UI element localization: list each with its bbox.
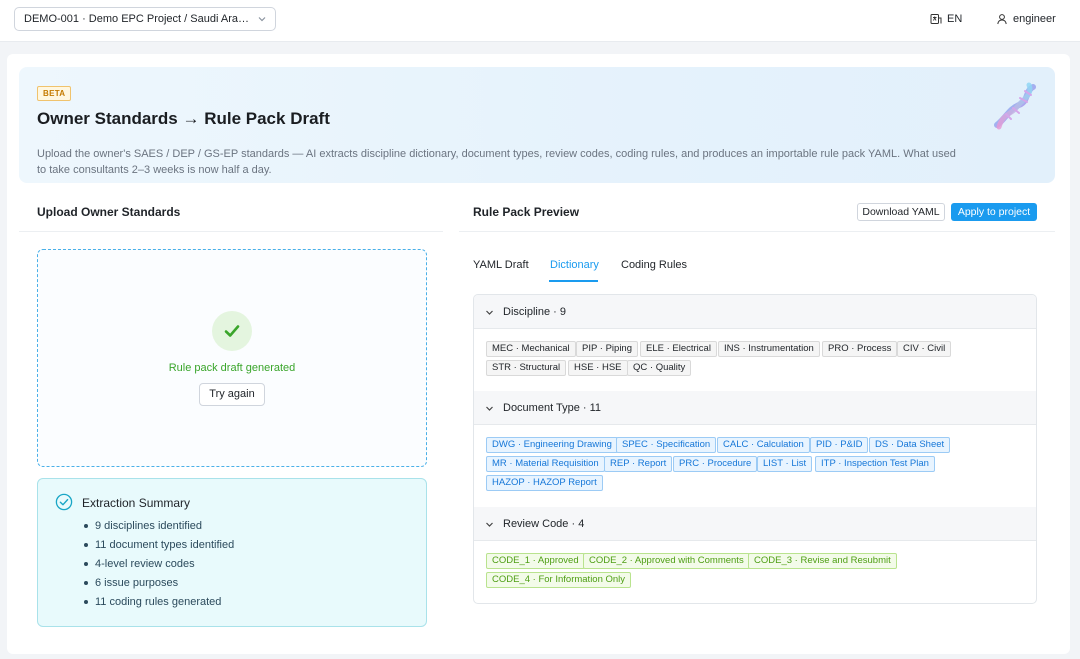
tag: CIV · Civil	[897, 341, 952, 357]
tag: ELE · Electrical	[640, 341, 717, 357]
translate-icon	[930, 14, 942, 24]
tag: HSE · HSE	[568, 360, 628, 376]
dna-icon	[994, 82, 1036, 130]
top-bar: DEMO-001 · Demo EPC Project / Saudi Aram…	[0, 0, 1080, 42]
tag: CODE_4 · For Information Only	[486, 572, 632, 588]
section-title: Document Type · 11	[503, 402, 602, 414]
preview-heading: Rule Pack Preview	[473, 205, 580, 219]
page-title: Owner Standards → Rule Pack Draft	[37, 109, 330, 128]
page-subtitle: Upload the owner's SAES / DEP / GS-EP st…	[37, 148, 956, 176]
tag: PIP · Piping	[576, 341, 638, 357]
chevron-down-icon	[486, 406, 493, 411]
dictionary-accordion: Discipline · 9 MEC · Mechanical PIP · Pi…	[473, 294, 1037, 604]
tag: CODE_2 · Approved with Comments	[583, 553, 750, 569]
tab-coding-rules[interactable]: Coding Rules	[621, 259, 687, 271]
accordion-header-review-code[interactable]: Review Code · 4	[474, 507, 1036, 541]
tag: PID · P&ID	[810, 437, 869, 453]
language-switcher[interactable]: EN	[930, 12, 962, 26]
main-card: BETA Owner Standards → Rule Pack Draft U…	[7, 54, 1070, 654]
try-again-button[interactable]: Try again	[199, 383, 265, 406]
tag: SPEC · Specification	[616, 437, 717, 453]
tag: STR · Structural	[486, 360, 567, 376]
status-text: Rule pack draft generated	[168, 362, 296, 374]
project-select-value: DEMO-001 · Demo EPC Project / Saudi Aram…	[24, 13, 271, 25]
active-tab-indicator	[549, 280, 598, 282]
tag: DS · Data Sheet	[869, 437, 951, 453]
tag: PRC · Procedure	[673, 456, 758, 472]
tag: MR · Material Requisition	[486, 456, 605, 472]
tab-yaml-draft[interactable]: YAML Draft	[473, 259, 529, 271]
tab-dictionary[interactable]: Dictionary	[550, 259, 599, 271]
tag: INS · Instrumentation	[718, 341, 820, 357]
tag: HAZOP · HAZOP Report	[486, 475, 603, 491]
tag: LIST · List	[757, 456, 813, 472]
divider	[19, 231, 443, 232]
upload-dropzone[interactable]: Rule pack draft generated Try again	[37, 249, 427, 467]
upload-heading: Upload Owner Standards	[37, 205, 181, 219]
chevron-down-icon	[258, 17, 266, 22]
accordion-header-discipline[interactable]: Discipline · 9	[474, 295, 1036, 329]
tag: MEC · Mechanical	[486, 341, 576, 357]
tag: CALC · Calculation	[717, 437, 810, 453]
chevron-down-icon	[486, 310, 493, 315]
list-item: 6 issue purposes	[84, 576, 234, 595]
beta-badge: BETA	[37, 86, 72, 101]
section-title: Discipline · 9	[503, 306, 566, 318]
check-circle-icon	[55, 493, 73, 511]
tag: CODE_3 · Revise and Resubmit	[748, 553, 897, 569]
hero-banner: BETA Owner Standards → Rule Pack Draft U…	[19, 67, 1055, 183]
summary-list: 9 disciplines identified 11 document typ…	[84, 519, 234, 614]
section-title: Review Code · 4	[503, 518, 585, 530]
project-select[interactable]: DEMO-001 · Demo EPC Project / Saudi Aram…	[14, 7, 276, 31]
user-icon	[997, 14, 1007, 25]
list-item: 4-level review codes	[84, 557, 234, 576]
check-icon	[224, 325, 240, 337]
tag: DWG · Engineering Drawing	[486, 437, 618, 453]
accordion-header-document-type[interactable]: Document Type · 11	[474, 391, 1036, 425]
tag: ITP · Inspection Test Plan	[815, 456, 935, 472]
list-item: 11 document types identified	[84, 538, 234, 557]
language-label: EN	[947, 13, 963, 25]
tag: REP · Report	[604, 456, 673, 472]
extraction-summary: Extraction Summary 9 disciplines identif…	[37, 478, 427, 627]
user-name: engineer	[1013, 13, 1056, 25]
success-badge	[212, 311, 252, 351]
divider	[459, 231, 1055, 232]
tag: PRO · Process	[822, 341, 898, 357]
tag: CODE_1 · Approved	[486, 553, 585, 569]
summary-title: Extraction Summary	[82, 496, 191, 510]
chevron-down-icon	[486, 522, 493, 527]
list-item: 9 disciplines identified	[84, 519, 234, 538]
list-item: 11 coding rules generated	[84, 595, 234, 614]
apply-to-project-button[interactable]: Apply to project	[951, 203, 1037, 221]
user-menu[interactable]: engineer	[996, 12, 1056, 26]
download-yaml-button[interactable]: Download YAML	[857, 203, 945, 221]
tag: QC · Quality	[627, 360, 692, 376]
